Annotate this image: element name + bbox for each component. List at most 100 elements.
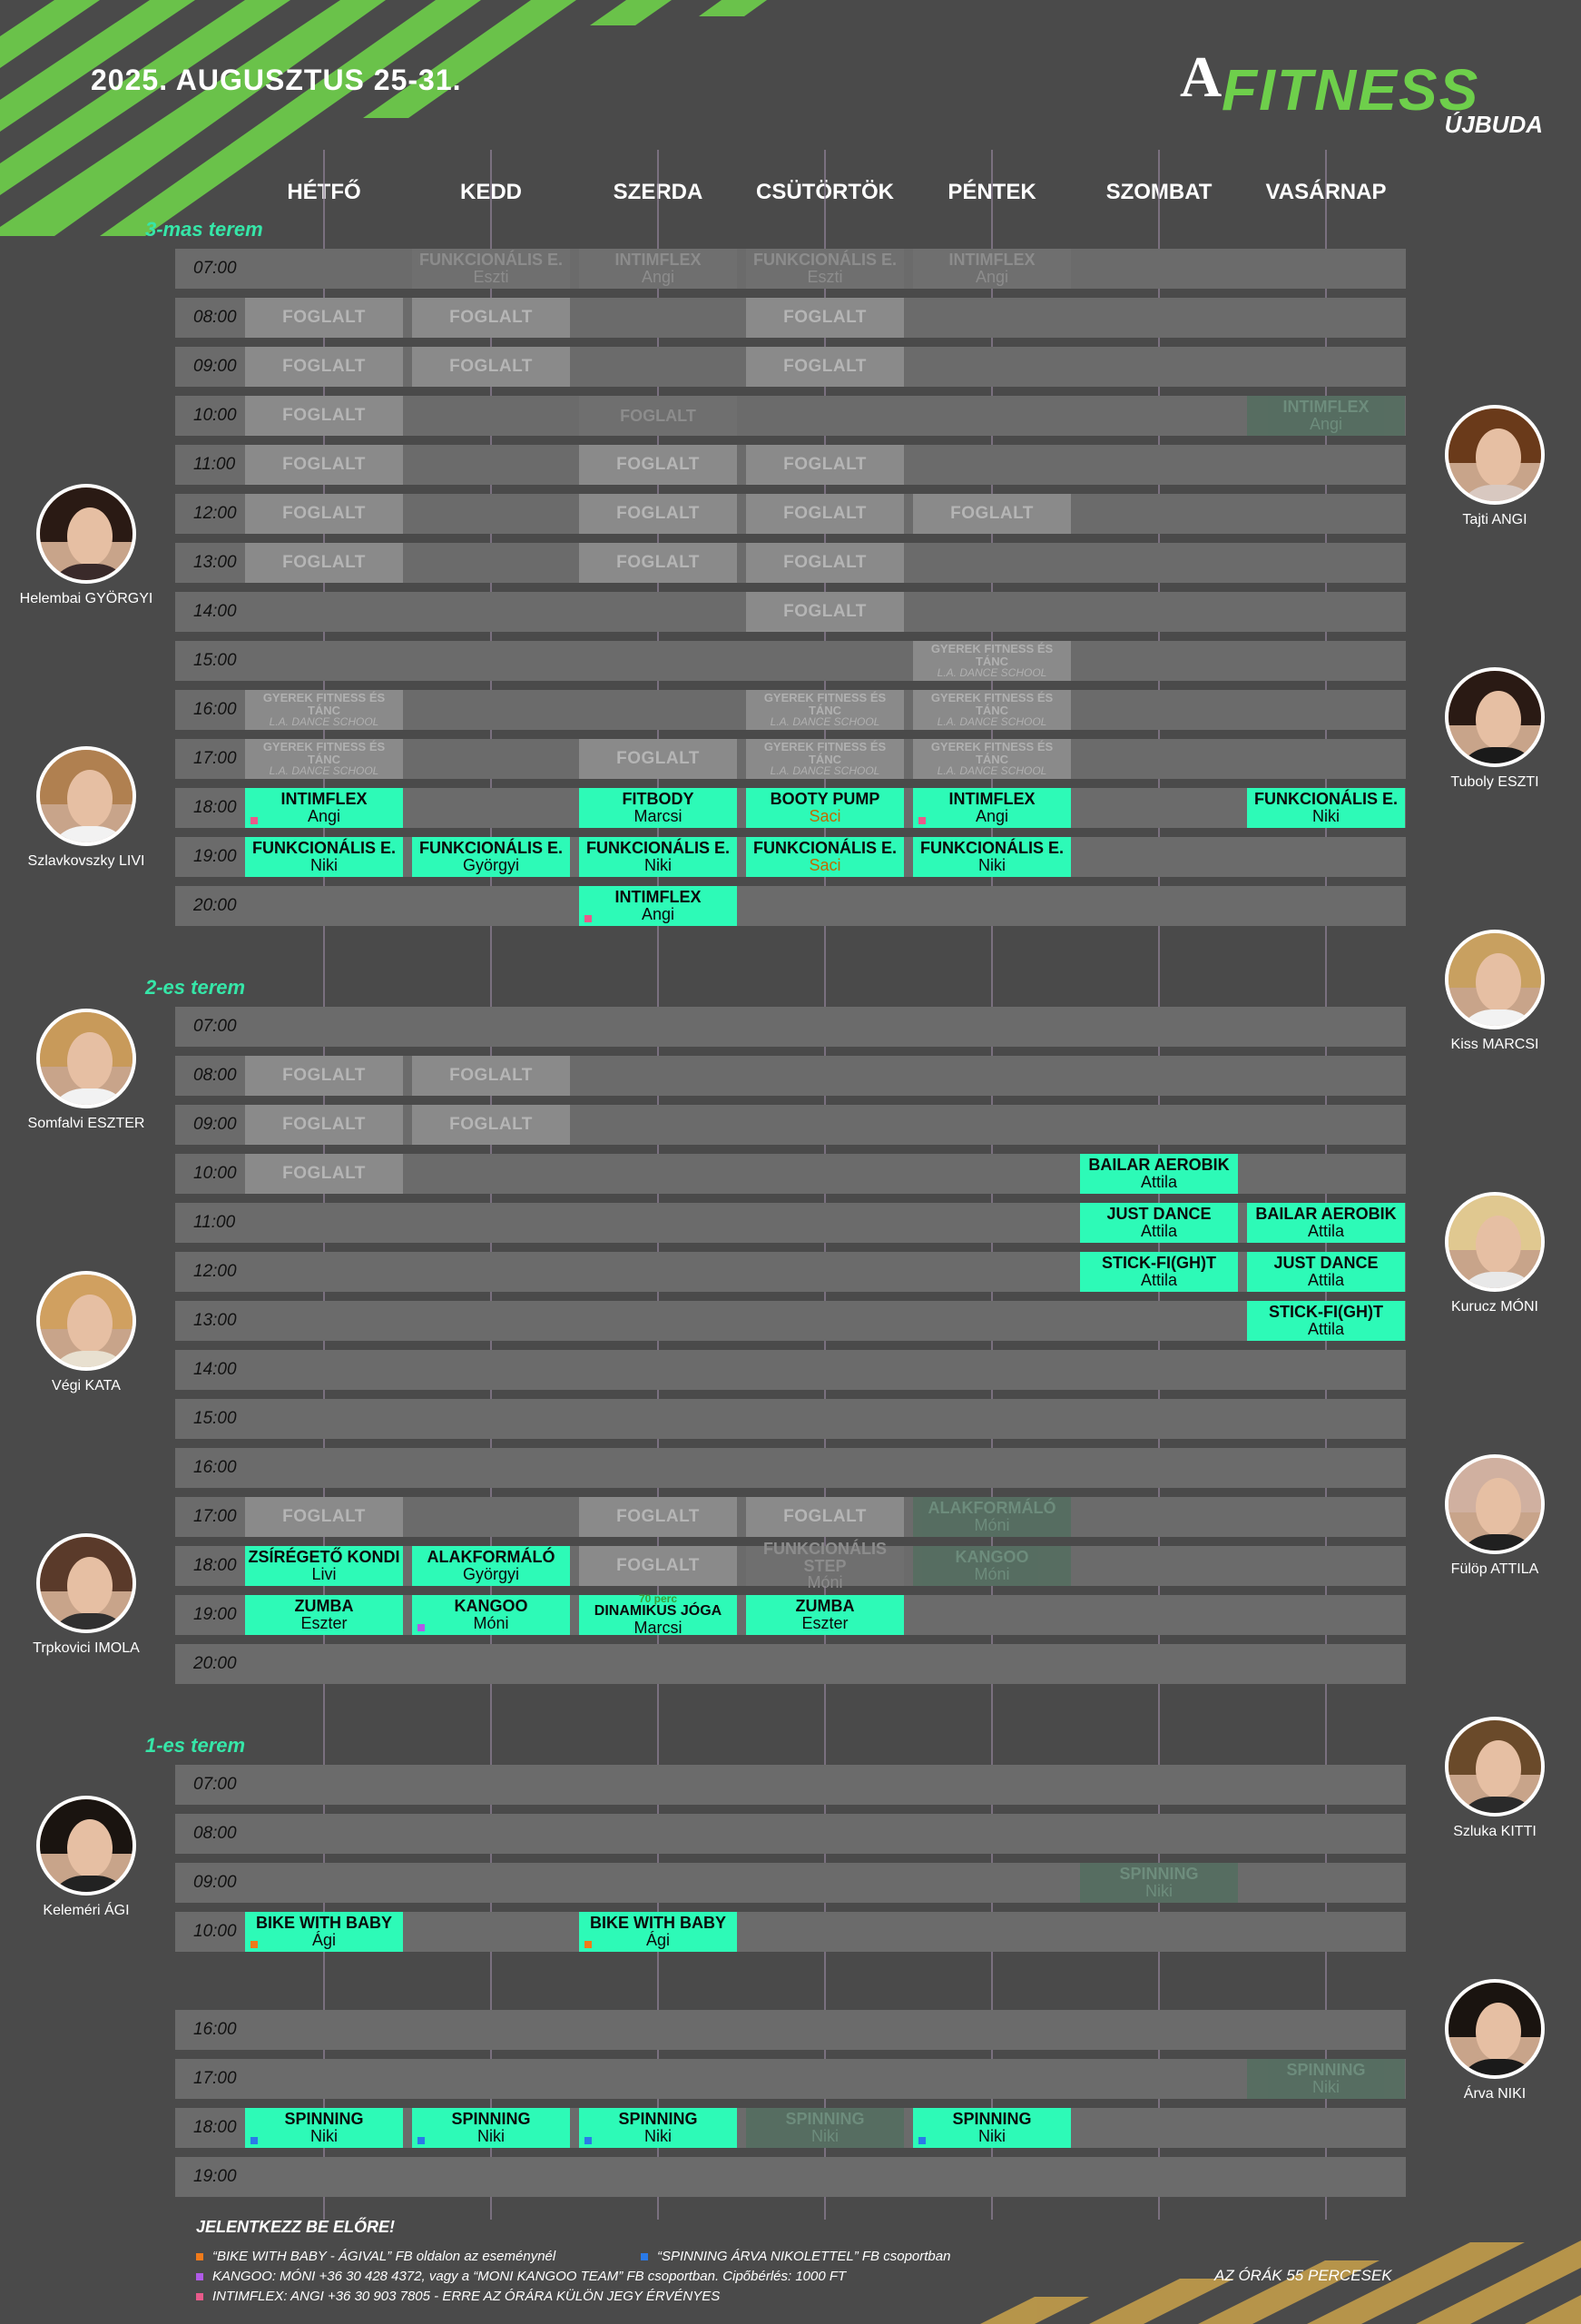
- class-organizer: L.A. DANCE SCHOOL: [937, 666, 1047, 680]
- class-slot[interactable]: BAILAR AEROBIK Attila: [1080, 1154, 1238, 1194]
- time-row: [175, 2010, 1406, 2050]
- class-title: BOOTY PUMP: [770, 790, 880, 809]
- class-slot[interactable]: FUNKCIONÁLIS E. Györgyi: [412, 837, 570, 877]
- class-title: FOGLALT: [783, 1507, 867, 1527]
- class-slot[interactable]: BIKE WITH BABY Ági: [579, 1912, 737, 1952]
- class-title: ZSÍRÉGETŐ KONDI: [248, 1548, 400, 1567]
- class-slot[interactable]: STICK-FI(GH)T Attila: [1247, 1301, 1405, 1341]
- class-slot[interactable]: FITBODY Marcsi: [579, 788, 737, 828]
- class-slot[interactable]: JUST DANCE Attila: [1080, 1203, 1238, 1243]
- booked-slot: FOGLALT: [245, 347, 403, 387]
- class-title: GYEREK FITNESS ÉS TÁNC: [262, 691, 386, 717]
- class-slot[interactable]: STICK-FI(GH)T Attila: [1080, 1252, 1238, 1292]
- class-title: FUNKCIONÁLIS E.: [585, 839, 730, 858]
- class-slot: INTIMFLEX Angi: [913, 249, 1071, 289]
- class-title: JUST DANCE: [1106, 1205, 1212, 1224]
- time-label: 07:00: [193, 259, 237, 278]
- time-row: [175, 2157, 1406, 2197]
- class-slot[interactable]: FUNKCIONÁLIS E. Niki: [1247, 788, 1405, 828]
- class-title: FOGLALT: [616, 553, 700, 573]
- class-slot: GYEREK FITNESS ÉS TÁNC L.A. DANCE SCHOOL: [913, 641, 1071, 681]
- class-slot: GYEREK FITNESS ÉS TÁNC L.A. DANCE SCHOOL: [913, 690, 1071, 730]
- time-label: 12:00: [193, 504, 237, 523]
- avatar-shirt: [1456, 747, 1541, 763]
- class-slot[interactable]: SPINNING Niki: [245, 2108, 403, 2148]
- avatar-face: [1476, 1216, 1521, 1274]
- class-instructor: Ági: [311, 1931, 336, 1949]
- page-title: 2025. AUGUSZTUS 25-31.: [91, 64, 462, 96]
- class-title: INTIMFLEX: [948, 790, 1036, 809]
- class-slot[interactable]: ALAKFORMÁLÓ Györgyi: [412, 1546, 570, 1586]
- class-slot[interactable]: ZUMBA Eszter: [245, 1595, 403, 1635]
- class-slot: GYEREK FITNESS ÉS TÁNC L.A. DANCE SCHOOL: [245, 690, 403, 730]
- class-slot[interactable]: ZSÍRÉGETŐ KONDI Livi: [245, 1546, 403, 1586]
- booked-slot: FOGLALT: [412, 1056, 570, 1096]
- class-slot: SPINNING Niki: [1080, 1863, 1238, 1903]
- trainer-name: Keleméri ÁGI: [43, 1903, 130, 1918]
- class-title: FOGLALT: [783, 553, 867, 573]
- avatar-shirt: [47, 564, 133, 580]
- trainer-avatar: [36, 1009, 136, 1108]
- time-label: 16:00: [193, 2020, 237, 2039]
- trainer-card: Tuboly ESZTI: [1409, 667, 1581, 791]
- time-label: 11:00: [193, 455, 236, 474]
- class-slot[interactable]: 70 perc DINAMIKUS JÓGA Marcsi: [579, 1593, 737, 1637]
- class-slot[interactable]: FUNKCIONÁLIS E. Niki: [245, 837, 403, 877]
- trainer-card: Szluka KITTI: [1409, 1717, 1581, 1840]
- booked-slot: FOGLALT: [746, 494, 904, 534]
- trainer-avatar: [1445, 1717, 1545, 1817]
- class-slot[interactable]: BOOTY PUMP Saci: [746, 788, 904, 828]
- class-slot[interactable]: FUNKCIONÁLIS E. Niki: [913, 837, 1071, 877]
- class-title: ZUMBA: [294, 1597, 354, 1616]
- class-instructor: Ági: [645, 1931, 670, 1949]
- time-label: 08:00: [193, 1066, 237, 1085]
- trainer-name: Kurucz MÓNI: [1450, 1299, 1538, 1315]
- class-slot[interactable]: SPINNING Niki: [412, 2108, 570, 2148]
- class-title: FOGLALT: [282, 1507, 366, 1527]
- class-title: GYEREK FITNESS ÉS TÁNC: [763, 740, 887, 766]
- booked-slot: FOGLALT: [746, 592, 904, 632]
- class-slot[interactable]: BIKE WITH BABY Ági: [245, 1912, 403, 1952]
- class-slot[interactable]: INTIMFLEX Angi: [913, 788, 1071, 828]
- booked-slot: FOGLALT: [412, 298, 570, 338]
- class-slot[interactable]: JUST DANCE Attila: [1247, 1252, 1405, 1292]
- trainer-card: Szlavkovszky LIVI: [0, 746, 172, 870]
- class-title: KANGOO: [454, 1597, 528, 1616]
- class-instructor: Niki: [811, 2127, 839, 2145]
- class-title: FITBODY: [622, 790, 694, 809]
- footer-note-bike: “BIKE WITH BABY - ÁGIVAL” FB oldalon az …: [196, 2249, 555, 2264]
- class-slot[interactable]: INTIMFLEX Angi: [579, 886, 737, 926]
- class-slot[interactable]: INTIMFLEX Angi: [245, 788, 403, 828]
- class-title: FOGLALT: [282, 308, 366, 328]
- time-row: [175, 1644, 1406, 1684]
- class-organizer: L.A. DANCE SCHOOL: [770, 715, 880, 729]
- class-slot[interactable]: SPINNING Niki: [579, 2108, 737, 2148]
- class-slot[interactable]: SPINNING Niki: [913, 2108, 1071, 2148]
- class-title: INTIMFLEX: [948, 251, 1036, 270]
- room-label: 3-mas terem: [145, 218, 263, 241]
- class-slot: GYEREK FITNESS ÉS TÁNC L.A. DANCE SCHOOL: [245, 739, 403, 779]
- class-instructor: Saci: [809, 856, 841, 874]
- pink-marker-icon: [196, 2293, 203, 2300]
- class-slot[interactable]: ZUMBA Eszter: [746, 1595, 904, 1635]
- avatar-face: [1476, 1740, 1521, 1798]
- class-slot: INTIMFLEX Angi: [1247, 396, 1405, 436]
- trainer-card: Fülöp ATTILA: [1409, 1454, 1581, 1578]
- avatar-shirt: [1456, 1009, 1541, 1026]
- class-title: STICK-FI(GH)T: [1102, 1254, 1216, 1273]
- class-slot[interactable]: KANGOO Móni: [412, 1595, 570, 1635]
- trainer-name: Trpkovici IMOLA: [33, 1640, 140, 1656]
- class-slot[interactable]: FUNKCIONÁLIS E. Niki: [579, 837, 737, 877]
- class-slot: ALAKFORMÁLÓ Móni: [913, 1497, 1071, 1537]
- class-title: GYEREK FITNESS ÉS TÁNC: [930, 740, 1054, 766]
- class-instructor: Angi: [307, 807, 341, 825]
- class-title: SPINNING: [618, 2110, 698, 2129]
- time-row: [175, 1765, 1406, 1805]
- time-row: [175, 1399, 1406, 1439]
- class-slot[interactable]: FUNKCIONÁLIS E. Saci: [746, 837, 904, 877]
- note-marker-icon: [417, 1624, 425, 1631]
- avatar-face: [1476, 691, 1521, 749]
- avatar-face: [67, 1295, 113, 1353]
- trainer-name: Tuboly ESZTI: [1450, 774, 1539, 790]
- class-slot[interactable]: BAILAR AEROBIK Attila: [1247, 1203, 1405, 1243]
